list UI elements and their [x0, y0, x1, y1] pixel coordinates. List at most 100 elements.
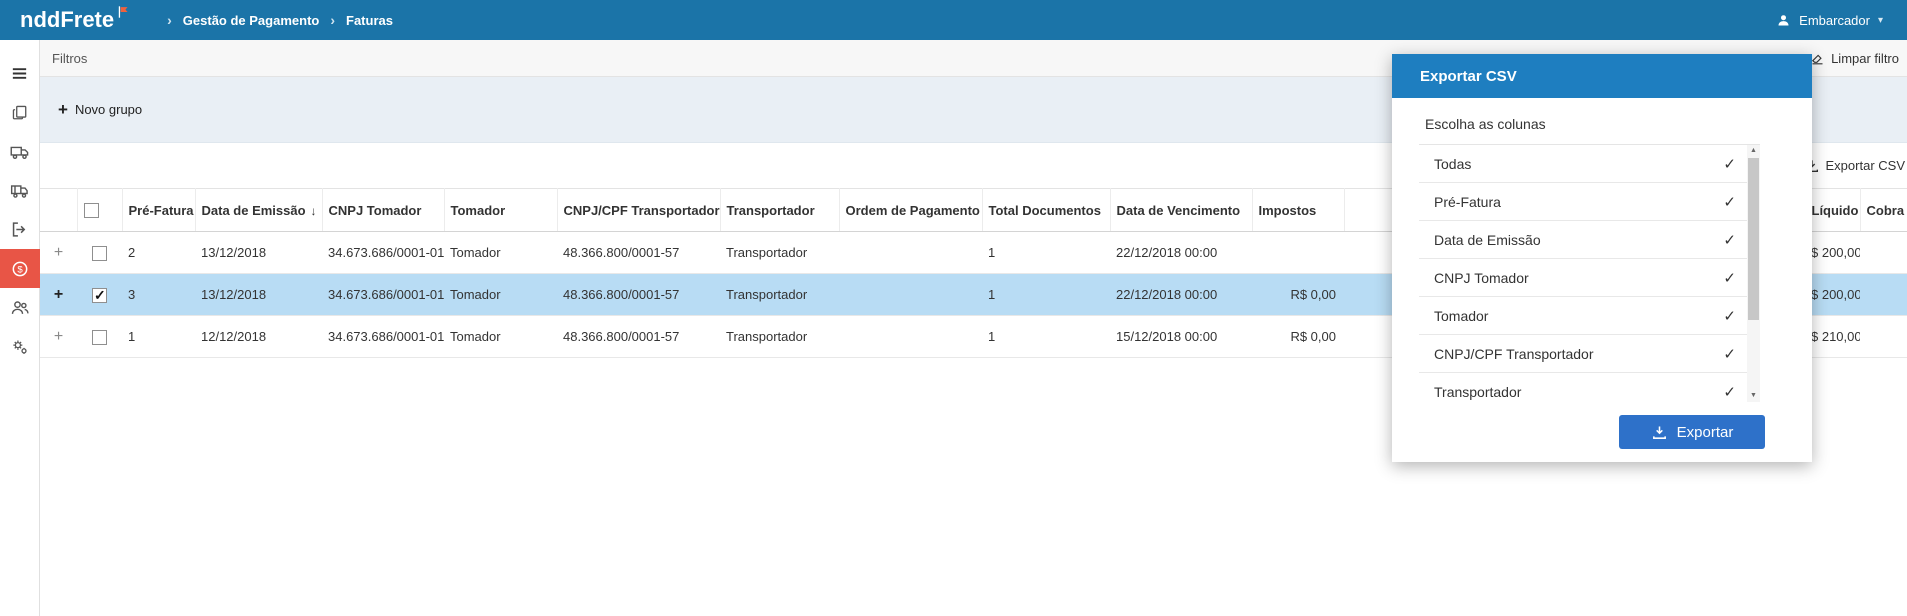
row-checkbox[interactable]: [92, 245, 107, 261]
check-icon: ✓: [1723, 307, 1736, 325]
sign-out-icon: [10, 220, 29, 239]
list-scrollbar[interactable]: ▲ ▼: [1747, 145, 1760, 402]
column-list: Todas ✓ Pré-Fatura ✓ Data de Emissão ✓ C…: [1419, 144, 1760, 402]
documents-copy-icon: [11, 104, 29, 122]
cell-pre-fatura: 2: [122, 231, 195, 274]
column-option-label: Todas: [1434, 155, 1472, 172]
column-option-label: Pré-Fatura: [1434, 193, 1501, 210]
eraser-icon: [1810, 51, 1825, 66]
col-transportador[interactable]: Transportador: [720, 188, 840, 232]
column-option-transportador[interactable]: Transportador ✓: [1419, 373, 1760, 402]
cell-liquido: $ 210,00: [1805, 315, 1860, 358]
column-option-tomador[interactable]: Tomador ✓: [1419, 297, 1760, 335]
row-checkbox[interactable]: [92, 287, 107, 304]
users-icon: [10, 298, 30, 318]
cell-ordem-pagamento: [839, 315, 982, 358]
export-csv-modal: Exportar CSV Escolha as colunas Todas ✓ …: [1392, 54, 1812, 462]
column-option-todas[interactable]: Todas ✓: [1419, 145, 1760, 183]
select-all-checkbox[interactable]: [83, 203, 99, 219]
plus-icon: +: [58, 99, 68, 119]
app-logo[interactable]: nddFrete: [20, 5, 130, 35]
sidebar-menu-toggle[interactable]: [0, 54, 40, 93]
cell-tomador: Tomador: [444, 231, 557, 274]
sidebar-item-documents[interactable]: [0, 93, 40, 132]
cell-data-vencimento: 15/12/2018 00:00: [1110, 315, 1252, 358]
cell-total-documentos: 1: [982, 231, 1110, 274]
row-checkbox[interactable]: [92, 329, 107, 345]
col-ordem-pagamento[interactable]: Ordem de Pagamento: [839, 188, 983, 232]
sidebar-item-payments[interactable]: $: [0, 249, 40, 288]
expand-row-icon[interactable]: +: [54, 286, 63, 303]
expand-row-icon[interactable]: +: [54, 328, 63, 345]
col-cnpj-cpf-transportador[interactable]: CNPJ/CPF Transportador: [557, 188, 721, 232]
cell-cnpj-tomador: 34.673.686/0001-01: [322, 315, 444, 358]
col-cobranca[interactable]: Cobra: [1860, 188, 1907, 232]
cell-data-vencimento: 22/12/2018 00:00: [1110, 273, 1252, 316]
col-pre-fatura[interactable]: Pré-Fatura: [122, 188, 196, 232]
truck-icon: [10, 142, 30, 162]
cell-liquido: $ 200,00: [1805, 273, 1860, 316]
column-option-pre-fatura[interactable]: Pré-Fatura ✓: [1419, 183, 1760, 221]
cell-tomador: Tomador: [444, 315, 557, 358]
expand-row-icon[interactable]: +: [54, 244, 63, 261]
svg-text:$: $: [17, 264, 23, 275]
cell-cobranca: [1860, 231, 1907, 274]
column-option-cnpj-transportador[interactable]: CNPJ/CPF Transportador ✓: [1419, 335, 1760, 373]
clear-filter-button[interactable]: Limpar filtro: [1810, 51, 1899, 66]
col-select: [77, 188, 123, 232]
cell-data-emissao: 12/12/2018: [195, 315, 322, 358]
sidebar: $: [0, 40, 40, 616]
breadcrumb-chevron-icon: ›: [167, 12, 172, 28]
col-total-documentos[interactable]: Total Documentos: [982, 188, 1111, 232]
cell-impostos: R$ 0,00: [1252, 315, 1344, 358]
person-icon: [1776, 13, 1791, 28]
sort-desc-icon: ↓: [310, 203, 317, 218]
breadcrumb-item-faturas[interactable]: Faturas: [346, 13, 393, 28]
scroll-up-icon[interactable]: ▲: [1747, 145, 1760, 157]
new-group-button[interactable]: + Novo grupo: [58, 99, 143, 119]
flag-icon: [117, 5, 130, 19]
col-data-emissao[interactable]: Data de Emissão ↓: [195, 188, 323, 232]
new-group-label: Novo grupo: [74, 102, 143, 117]
modal-header: Exportar CSV: [1392, 54, 1812, 98]
export-button-label: Exportar: [1676, 423, 1734, 441]
cell-cnpj-transportador: 48.366.800/0001-57: [557, 231, 720, 274]
column-option-cnpj-tomador[interactable]: CNPJ Tomador ✓: [1419, 259, 1760, 297]
column-option-data-emissao[interactable]: Data de Emissão ✓: [1419, 221, 1760, 259]
cell-cnpj-transportador: 48.366.800/0001-57: [557, 273, 720, 316]
cell-tomador: Tomador: [444, 273, 557, 316]
user-label: Embarcador: [1799, 12, 1870, 28]
export-csv-button[interactable]: Exportar CSV: [1804, 158, 1905, 174]
filters-title: Filtros: [52, 50, 88, 66]
breadcrumb-chevron-icon: ›: [330, 12, 336, 28]
clear-filter-label: Limpar filtro: [1831, 50, 1899, 66]
export-button[interactable]: Exportar: [1619, 415, 1765, 449]
col-cnpj-tomador[interactable]: CNPJ Tomador: [322, 188, 445, 232]
breadcrumb-item-gestao[interactable]: Gestão de Pagamento: [183, 13, 320, 28]
cell-select: [77, 273, 122, 316]
col-liquido[interactable]: Líquido: [1805, 188, 1861, 232]
cell-pre-fatura: 1: [122, 315, 195, 358]
check-icon: ✓: [1723, 193, 1736, 211]
sidebar-item-fleet[interactable]: [0, 132, 40, 171]
sidebar-item-settings[interactable]: [0, 327, 40, 366]
cell-select: [77, 315, 122, 358]
cell-expand: +: [40, 273, 77, 316]
cell-expand: +: [40, 315, 77, 358]
sidebar-item-export[interactable]: [0, 210, 40, 249]
chevron-down-icon: ▾: [1877, 14, 1883, 26]
cell-ordem-pagamento: [839, 273, 982, 316]
user-menu[interactable]: Embarcador ▾: [1776, 13, 1883, 28]
scrollbar-thumb[interactable]: [1748, 158, 1759, 320]
cell-cobranca: [1860, 315, 1907, 358]
col-expand: [40, 188, 78, 232]
col-tomador[interactable]: Tomador: [444, 188, 558, 232]
sidebar-item-shipments[interactable]: [0, 171, 40, 210]
cell-select: [77, 231, 122, 274]
sidebar-item-users[interactable]: [0, 288, 40, 327]
cell-ordem-pagamento: [839, 231, 982, 274]
col-data-vencimento[interactable]: Data de Vencimento: [1110, 188, 1253, 232]
col-impostos[interactable]: Impostos: [1252, 188, 1345, 232]
scroll-down-icon[interactable]: ▼: [1747, 390, 1760, 402]
modal-subtitle: Escolha as colunas: [1425, 116, 1546, 132]
